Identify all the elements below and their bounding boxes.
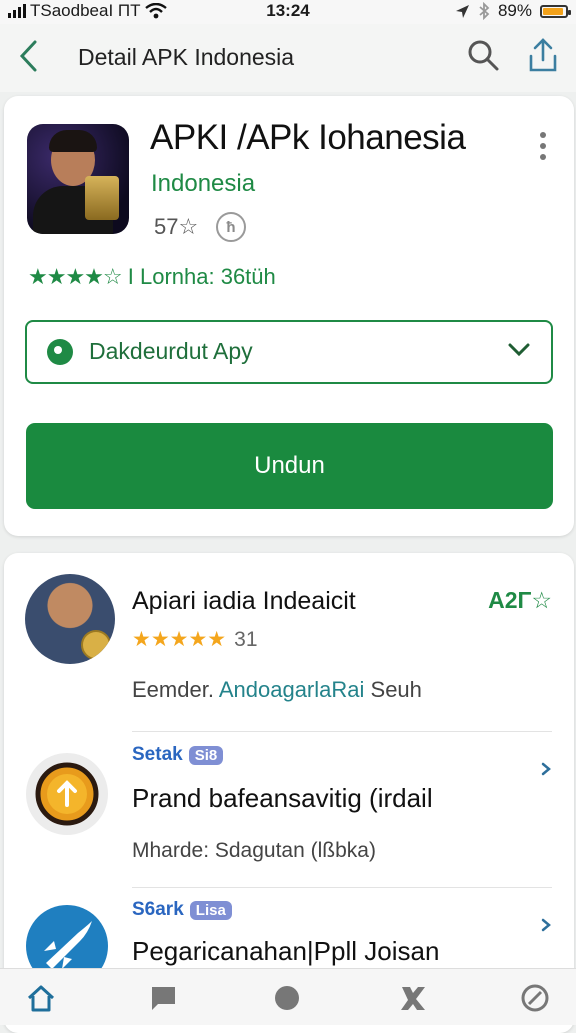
- rating-stars: ★★★★☆: [28, 264, 123, 289]
- detail-card: Apiari iadia Indeaicit A2Γ☆ ★★★★★ 31 Eemd…: [4, 553, 574, 1033]
- developer-score: A2Γ☆: [488, 587, 552, 613]
- battery-fill: [543, 7, 563, 15]
- bottom-navigation: [0, 968, 576, 1025]
- chevron-down-icon: [508, 343, 530, 357]
- developer-rating: ★★★★★ 31: [132, 627, 258, 652]
- search-icon[interactable]: [466, 38, 500, 72]
- page-title: Detail APK Indonesia: [78, 44, 295, 70]
- bluetooth-icon: [479, 2, 490, 20]
- home-icon[interactable]: [26, 983, 56, 1013]
- list-item-title[interactable]: Pegaricanahan|Ppll Joisan: [132, 936, 439, 967]
- circle-icon[interactable]: [272, 983, 302, 1013]
- tag-pill: Lisa: [189, 901, 232, 920]
- badge-glyph: ħ: [226, 218, 236, 236]
- more-options-icon[interactable]: [540, 132, 546, 165]
- developer-title[interactable]: Apiari iadia Indeaicit: [132, 587, 356, 616]
- content-rating-badge: ħ: [216, 212, 246, 242]
- developer-rating-count: 31: [234, 628, 258, 651]
- app-subtitle[interactable]: Indonesia: [151, 170, 255, 198]
- medal-icon: [81, 630, 111, 660]
- compass-icon[interactable]: [520, 983, 550, 1013]
- list-item-tag: S6ark Lisa: [132, 899, 232, 921]
- download-button[interactable]: Undun: [26, 423, 553, 509]
- list-item-tag: Setak Si8: [132, 744, 224, 766]
- developer-stars: ★★★★★: [132, 628, 227, 651]
- app-icon: [27, 124, 129, 234]
- meta-suffix: Seuh: [370, 677, 422, 702]
- divider: [132, 731, 552, 732]
- chevron-right-icon[interactable]: [540, 917, 552, 933]
- chat-icon[interactable]: [148, 983, 178, 1013]
- app-info-card: APKI /APk Iohanesia Indonesia 57☆ ħ ★★★★…: [4, 96, 574, 536]
- tool-icon[interactable]: [398, 983, 428, 1013]
- developer-avatar: [25, 574, 115, 664]
- status-bar: TSaodbeaI ΠΤ 13:24 89%: [0, 0, 576, 24]
- tag-label: Setak: [132, 744, 183, 765]
- upload-badge-icon: [26, 753, 108, 835]
- top-app-bar: Detail APK Indonesia: [0, 24, 576, 92]
- chat-bubble-icon: [47, 339, 73, 365]
- divider: [132, 887, 552, 888]
- version-dropdown[interactable]: Dakdeurdut Apy: [25, 320, 553, 384]
- rating-row: ★★★★☆ I Lornha: 36tüh: [28, 264, 276, 290]
- share-icon[interactable]: [526, 36, 560, 74]
- meta-prefix: Eemder.: [132, 677, 214, 702]
- chevron-right-icon[interactable]: [540, 761, 552, 777]
- tag-pill: Si8: [188, 746, 224, 765]
- app-title: APKI /APk Iohanesia: [150, 118, 466, 157]
- developer-meta: Eemder. AndoagarlaRai Seuh: [132, 677, 422, 703]
- rating-count: 57☆: [154, 214, 199, 239]
- battery-icon: [540, 4, 571, 18]
- battery-percent: 89%: [497, 1, 532, 20]
- tag-label: S6ark: [132, 899, 184, 920]
- rating-label: I Lornha: 36tüh: [127, 264, 276, 289]
- dropdown-label: Dakdeurdut Apy: [89, 338, 253, 364]
- meta-link[interactable]: AndoagarlaRai: [219, 677, 365, 702]
- list-item-subtitle: Mharde: Sdagutan (lßbka): [132, 839, 376, 862]
- status-right: 89%: [454, 1, 571, 21]
- location-icon: [455, 5, 469, 18]
- back-arrow-icon[interactable]: [16, 38, 42, 74]
- list-item-title[interactable]: Prand bafeansavitig (irdail: [132, 783, 433, 814]
